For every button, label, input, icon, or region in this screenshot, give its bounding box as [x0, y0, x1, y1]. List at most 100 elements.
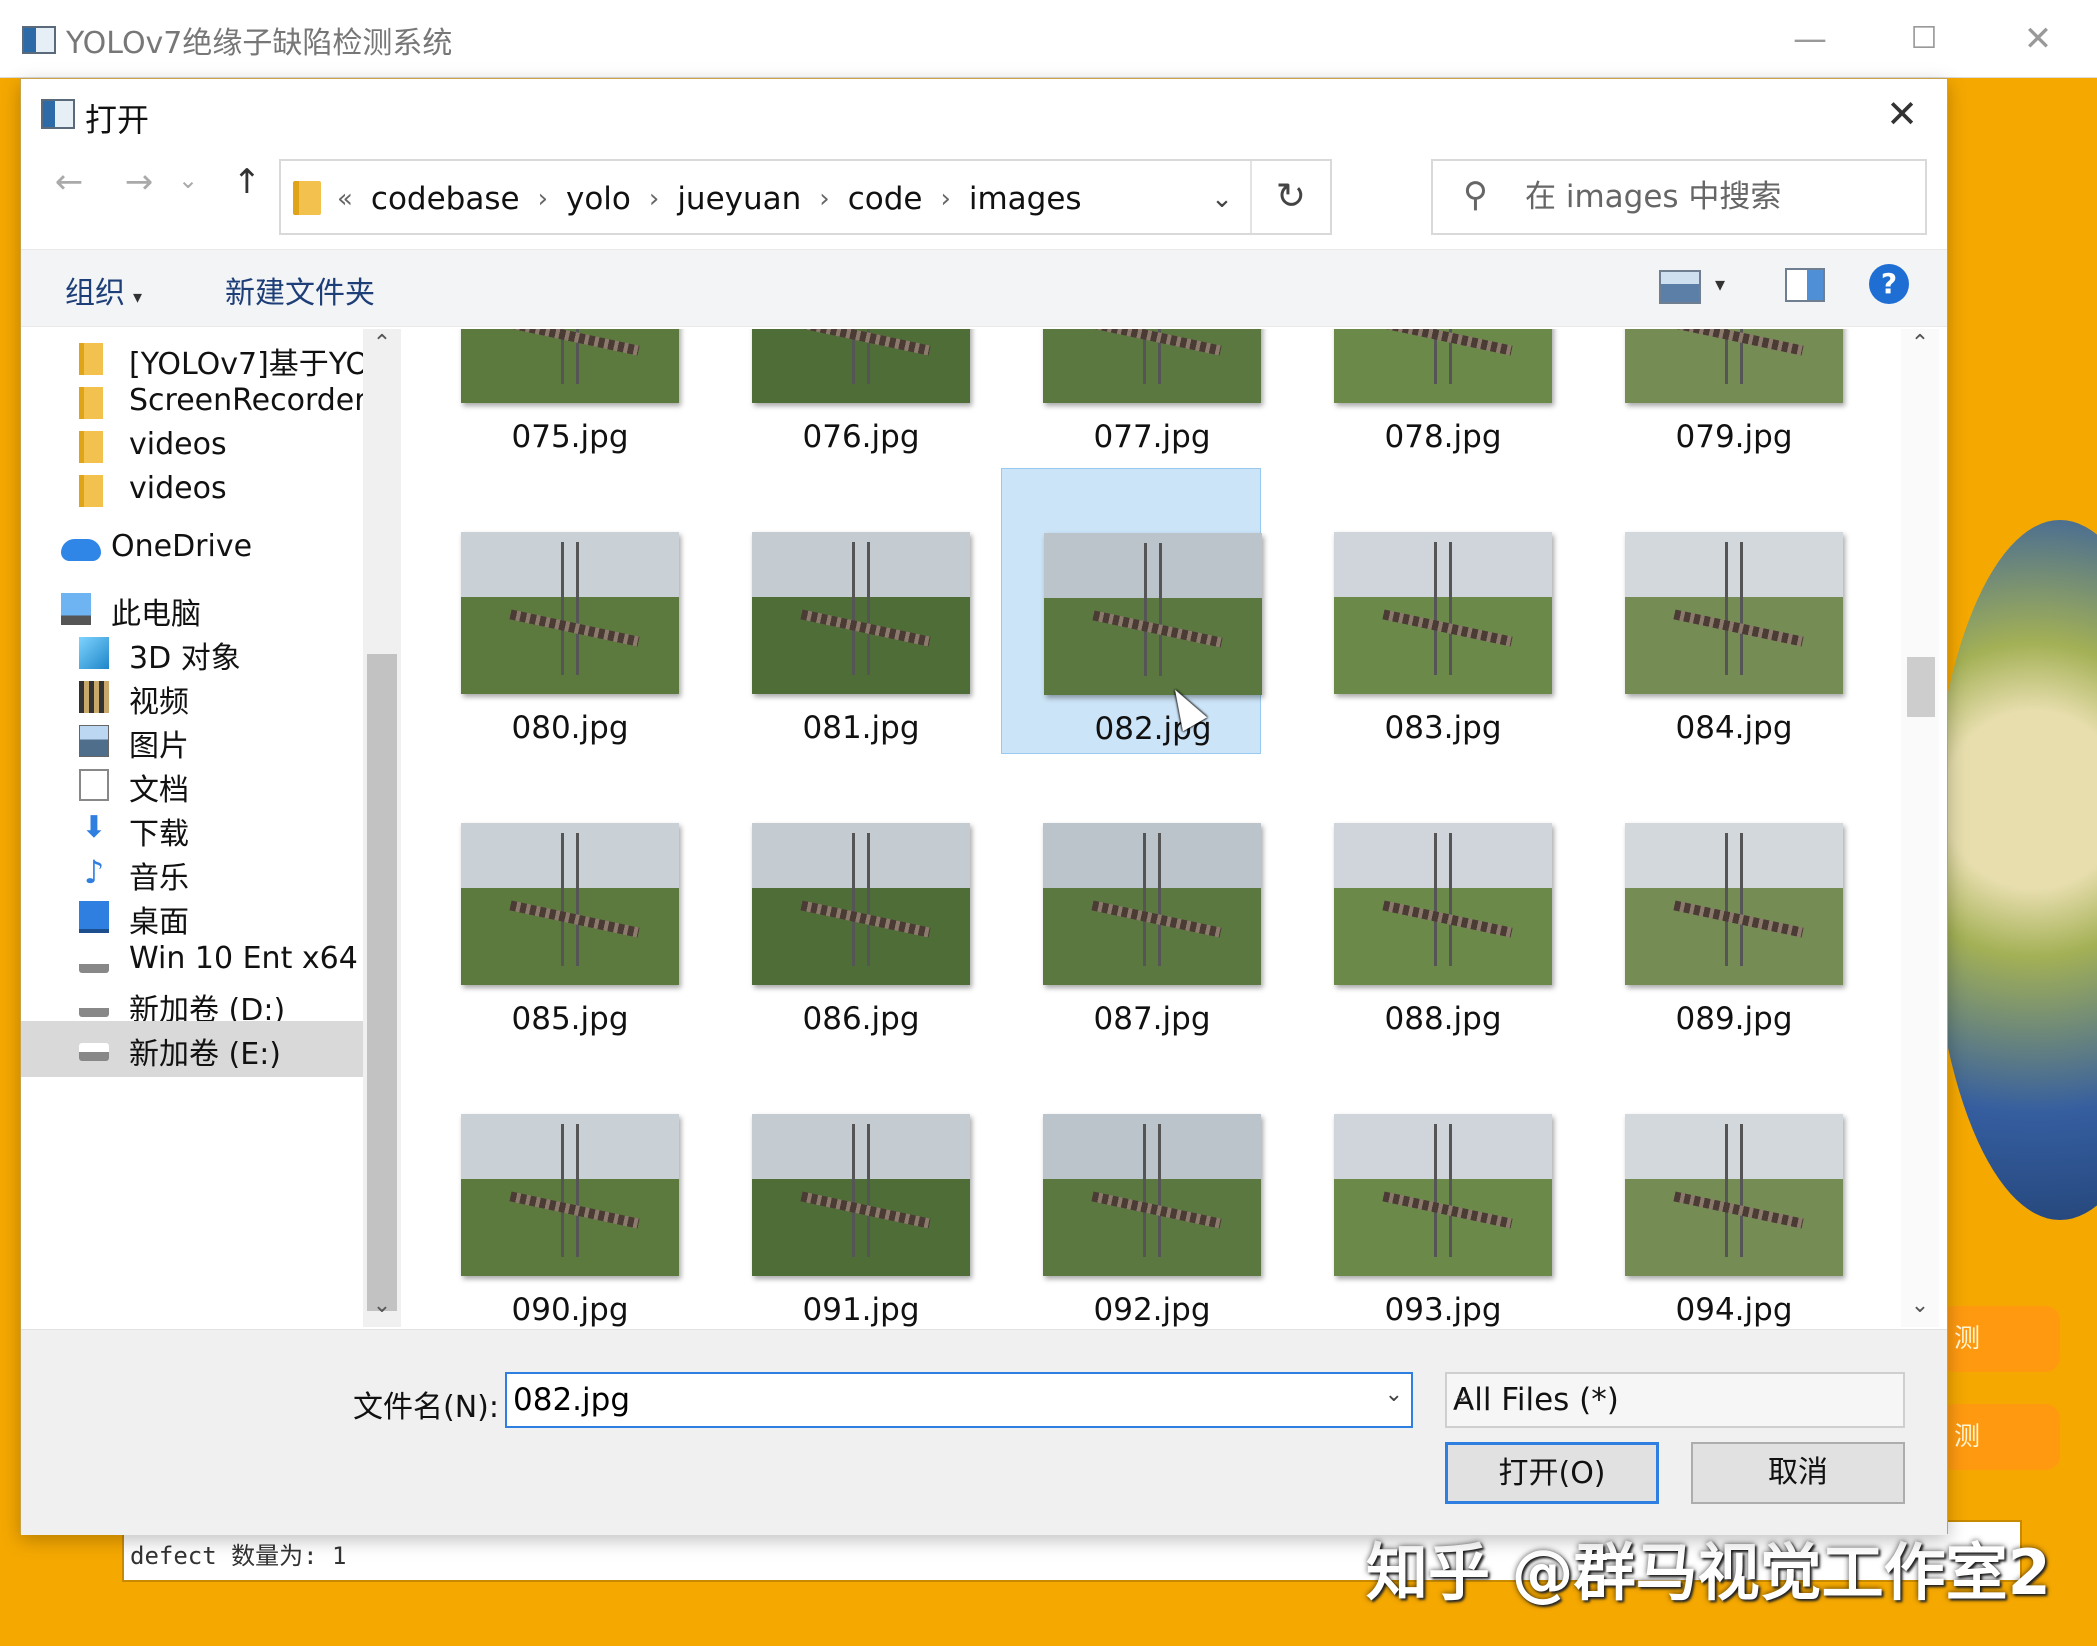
file-tile[interactable]: 077.jpg: [1001, 329, 1261, 463]
file-scroll-thumb[interactable]: [1907, 657, 1935, 717]
file-tile[interactable]: 087.jpg: [1001, 759, 1261, 1045]
image-thumbnail: [461, 329, 679, 403]
nav-item[interactable]: OneDrive: [21, 521, 363, 577]
file-name: 093.jpg: [1384, 1292, 1502, 1327]
image-thumbnail: [1625, 823, 1843, 985]
file-tile[interactable]: 083.jpg: [1292, 468, 1552, 754]
view-caret-icon[interactable]: ▾: [1715, 272, 1725, 296]
refresh-button[interactable]: ↻: [1250, 161, 1330, 233]
view-options-icon[interactable]: [1659, 270, 1701, 304]
up-button[interactable]: ↑: [221, 157, 273, 207]
nav-item-label: videos: [129, 427, 227, 462]
file-tile[interactable]: 085.jpg: [419, 759, 679, 1045]
maximize-button[interactable]: ☐: [1894, 14, 1954, 64]
filename-input[interactable]: [513, 1380, 1353, 1420]
search-box[interactable]: ⚲: [1431, 159, 1927, 235]
detect-button-2[interactable]: 测: [1940, 1404, 2060, 1470]
filetype-select[interactable]: All Files (*) ⌄: [1445, 1372, 1905, 1428]
chevron-down-icon[interactable]: ⌄: [1385, 1382, 1403, 1407]
breadcrumb-overflow[interactable]: «: [337, 184, 353, 214]
recent-locations-button[interactable]: ⌄: [171, 155, 205, 205]
command-bar: 组织 ▾ 新建文件夹 ▾ ?: [21, 249, 1947, 327]
file-tile[interactable]: 094.jpg: [1583, 1050, 1843, 1327]
chevron-down-icon[interactable]: ⌄: [1453, 1382, 1891, 1407]
folder-icon: [79, 431, 103, 463]
image-thumbnail: [752, 1114, 970, 1276]
file-name: 088.jpg: [1384, 1001, 1502, 1037]
scroll-up-icon[interactable]: ⌃: [363, 331, 401, 365]
navigation-pane: ⌃ ⌄ [YOLOv7]基于YOLOv7ScreenRecordervideos…: [21, 329, 401, 1327]
address-dropdown-icon[interactable]: ⌄: [1202, 177, 1242, 221]
caret-down-icon: ▾: [133, 287, 143, 308]
file-tile[interactable]: 090.jpg: [419, 1050, 679, 1327]
image-thumbnail: [461, 823, 679, 985]
forward-button[interactable]: →: [113, 157, 165, 207]
file-tile[interactable]: 084.jpg: [1583, 468, 1843, 754]
organize-label: 组织: [65, 276, 125, 311]
file-tile[interactable]: 088.jpg: [1292, 759, 1552, 1045]
file-name: 084.jpg: [1675, 710, 1793, 746]
chevron-right-icon[interactable]: ›: [649, 184, 659, 214]
filename-combobox[interactable]: ⌄: [505, 1372, 1413, 1428]
file-name: 086.jpg: [802, 1001, 920, 1037]
chevron-right-icon[interactable]: ›: [940, 184, 950, 214]
file-tile[interactable]: 092.jpg: [1001, 1050, 1261, 1327]
file-tile[interactable]: 082.jpg: [1001, 468, 1262, 754]
new-folder-button[interactable]: 新建文件夹: [225, 268, 375, 312]
app-titlebar: YOLOv7绝缘子缺陷检测系统 — ☐ ✕: [0, 0, 2097, 78]
breadcrumb-yolo[interactable]: yolo: [566, 181, 631, 217]
folder-icon: [79, 343, 103, 375]
file-tile[interactable]: 080.jpg: [419, 468, 679, 754]
breadcrumb-codebase[interactable]: codebase: [371, 181, 520, 217]
file-tile[interactable]: 076.jpg: [710, 329, 970, 463]
help-icon[interactable]: ?: [1869, 264, 1909, 304]
file-name: 075.jpg: [511, 419, 629, 455]
file-tile[interactable]: 075.jpg: [419, 329, 679, 463]
search-icon: ⚲: [1463, 175, 1488, 215]
dialog-close-button[interactable]: ✕: [1875, 89, 1929, 139]
scroll-up-icon[interactable]: ⌃: [1901, 331, 1939, 365]
file-tile[interactable]: 086.jpg: [710, 759, 970, 1045]
folder-icon: [79, 387, 103, 419]
file-scrollbar[interactable]: ⌃ ⌄: [1901, 329, 1939, 1327]
nav-scrollbar[interactable]: ⌃ ⌄: [363, 329, 401, 1327]
file-name: 092.jpg: [1093, 1292, 1211, 1327]
file-name: 087.jpg: [1093, 1001, 1211, 1037]
search-input[interactable]: [1525, 175, 1905, 219]
file-tile[interactable]: 079.jpg: [1583, 329, 1843, 463]
scroll-down-icon[interactable]: ⌄: [1901, 1293, 1939, 1327]
minimize-button[interactable]: —: [1780, 14, 1840, 64]
address-bar[interactable]: « codebase › yolo › jueyuan › code › ima…: [279, 159, 1332, 235]
file-tile[interactable]: 078.jpg: [1292, 329, 1552, 463]
file-tile[interactable]: 091.jpg: [710, 1050, 970, 1327]
nav-item[interactable]: videos: [21, 463, 363, 519]
folder-icon: [293, 181, 321, 215]
breadcrumb-code[interactable]: code: [848, 181, 923, 217]
cancel-button[interactable]: 取消: [1691, 1442, 1905, 1504]
back-button[interactable]: ←: [43, 157, 95, 207]
file-tile[interactable]: 093.jpg: [1292, 1050, 1552, 1327]
breadcrumb-jueyuan[interactable]: jueyuan: [677, 181, 801, 217]
open-button[interactable]: 打开(O): [1445, 1442, 1659, 1504]
app-close-button[interactable]: ✕: [2008, 14, 2068, 64]
nav-item[interactable]: 新加卷 (E:): [21, 1021, 363, 1077]
nav-item-label: videos: [129, 471, 227, 506]
drive-icon: [79, 1043, 109, 1061]
pc-icon: [61, 593, 91, 625]
nav-scroll-thumb[interactable]: [367, 654, 397, 1311]
chevron-right-icon[interactable]: ›: [538, 184, 548, 214]
scroll-down-icon[interactable]: ⌄: [363, 1293, 401, 1327]
open-file-dialog: 打开 ✕ ← → ⌄ ↑ « codebase › yolo › jueyuan…: [20, 78, 1948, 1535]
organize-menu[interactable]: 组织 ▾: [65, 268, 142, 312]
globe-illustration: [1930, 520, 2097, 1220]
chevron-right-icon[interactable]: ›: [819, 184, 829, 214]
file-tile[interactable]: 081.jpg: [710, 468, 970, 754]
file-list: 075.jpg 076.jpg 077.jpg 078.jpg 079.jpg 080.j…: [407, 329, 1899, 1327]
image-thumbnail: [1334, 823, 1552, 985]
breadcrumb-images[interactable]: images: [969, 181, 1082, 217]
detect-button-1[interactable]: 测: [1940, 1306, 2060, 1372]
preview-pane-icon[interactable]: [1785, 268, 1825, 302]
image-thumbnail: [461, 532, 679, 694]
image-thumbnail: [461, 1114, 679, 1276]
file-tile[interactable]: 089.jpg: [1583, 759, 1843, 1045]
